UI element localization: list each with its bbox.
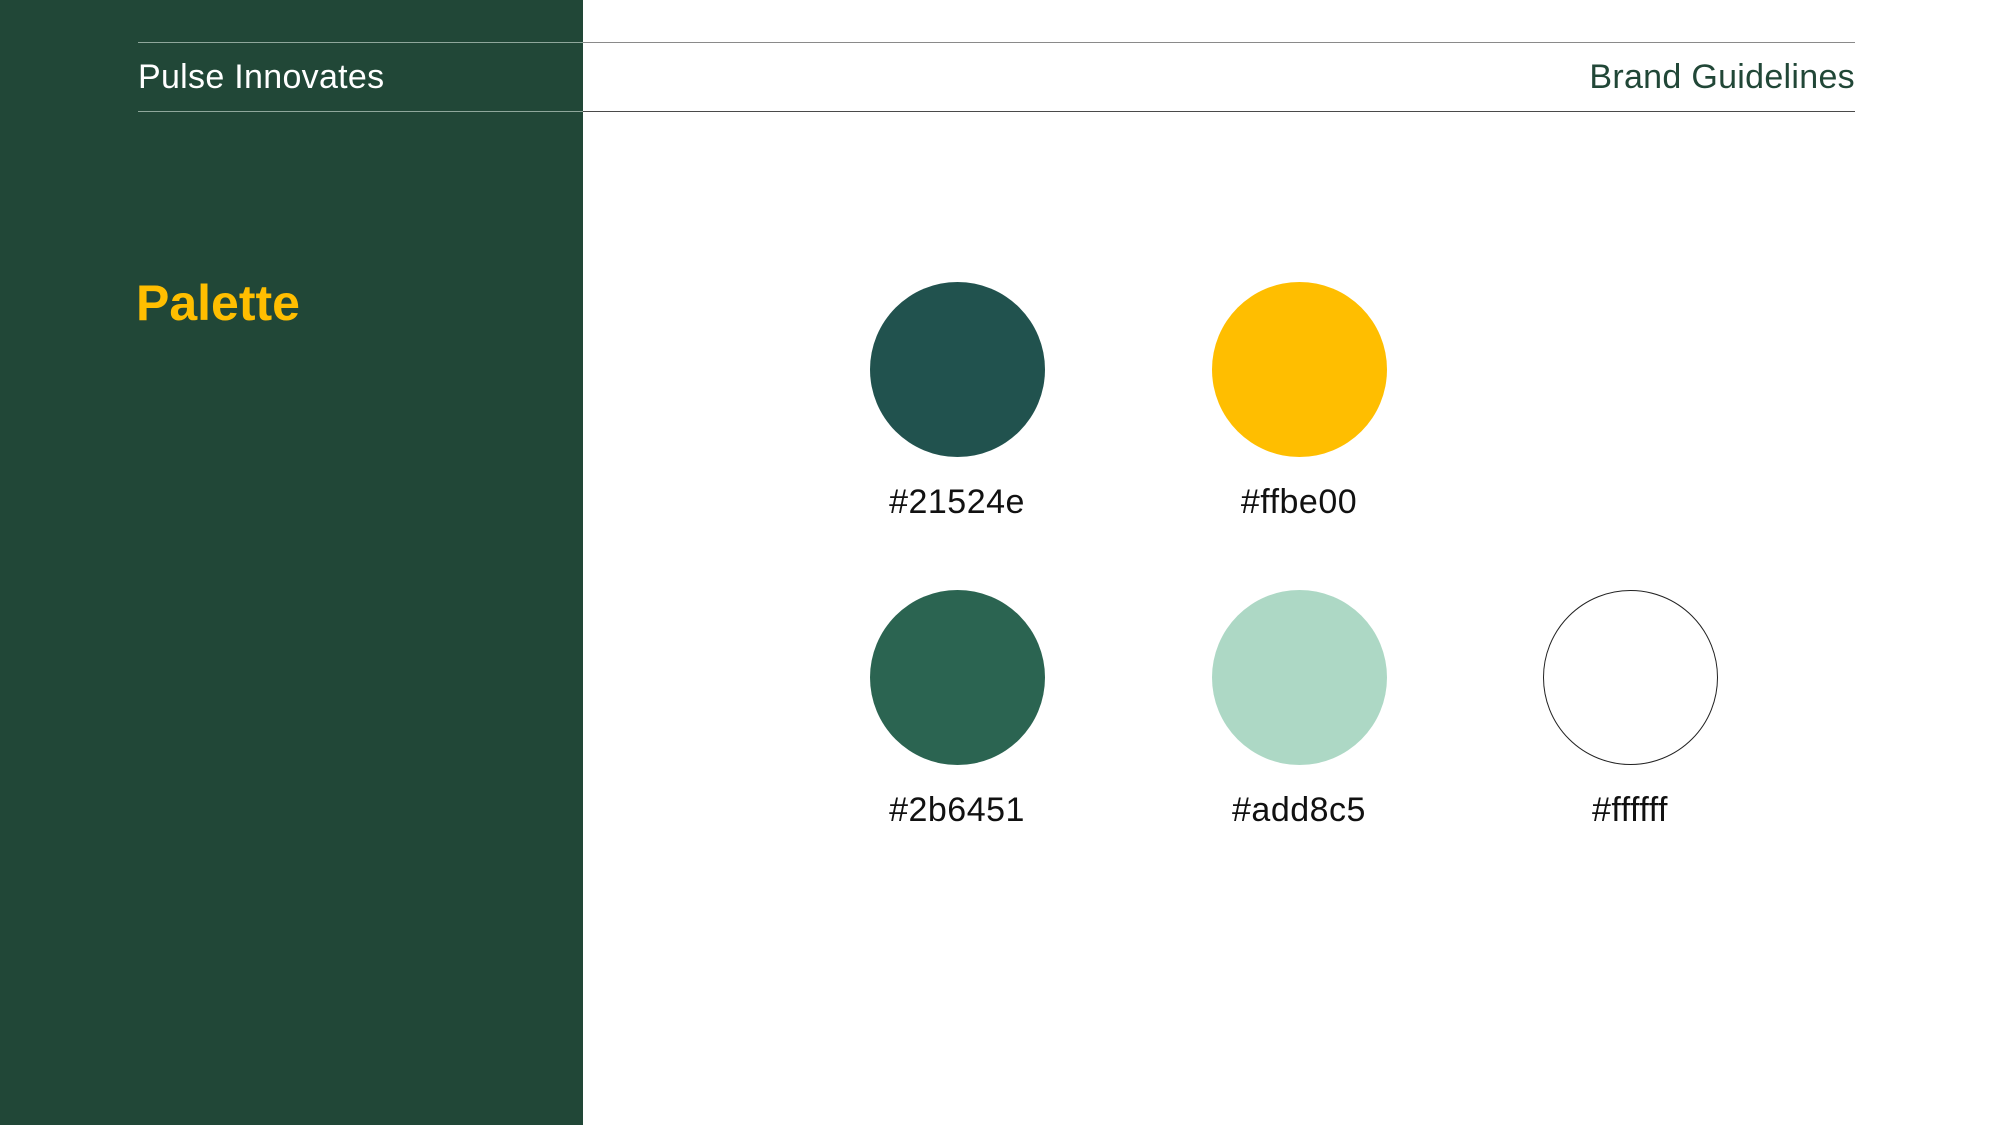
document-title: Brand Guidelines (1589, 58, 1855, 96)
color-circle (869, 282, 1045, 457)
section-title: Palette (136, 275, 300, 331)
color-hex-label: #add8c5 (1232, 791, 1366, 829)
color-swatch: #21524e (857, 282, 1057, 522)
color-circle (869, 590, 1045, 765)
color-hex-label: #21524e (889, 483, 1025, 521)
color-hex-label: #ffffff (1591, 791, 1668, 829)
color-hex-label: #ffbe00 (1240, 483, 1358, 521)
color-swatch: #ffbe00 (1199, 282, 1399, 522)
color-circle (1211, 282, 1387, 457)
sidebar-panel (0, 0, 583, 1125)
header-rule-bottom-left (138, 111, 583, 112)
brand-name: Pulse Innovates (138, 58, 385, 96)
header-rule-top-right (583, 42, 1855, 43)
header-rule-top-left (138, 42, 583, 43)
color-swatch: #2b6451 (857, 590, 1057, 830)
color-swatch: #ffffff (1530, 590, 1730, 830)
header-rule-bottom-right (583, 111, 1855, 112)
color-hex-label: #2b6451 (889, 791, 1025, 829)
color-swatch: #add8c5 (1199, 590, 1399, 830)
color-circle (1211, 590, 1387, 765)
color-circle (1542, 590, 1718, 765)
